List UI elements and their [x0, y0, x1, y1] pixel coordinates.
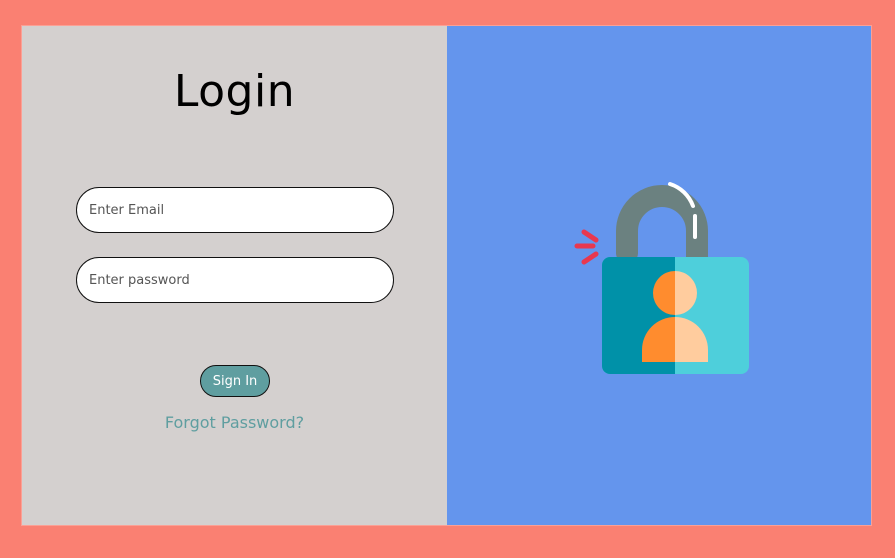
email-field[interactable] [76, 187, 394, 233]
padlock-user-icon [574, 182, 749, 374]
login-card: Login Sign In Forgot Password? [22, 26, 871, 525]
forgot-password-link[interactable]: Forgot Password? [22, 413, 447, 432]
sign-in-button[interactable]: Sign In [200, 365, 270, 397]
spark-lines [574, 229, 599, 265]
page-title: Login [173, 66, 296, 117]
illustration-panel [447, 26, 871, 525]
password-field[interactable] [76, 257, 394, 303]
login-panel: Login Sign In Forgot Password? [22, 26, 447, 525]
shackle [616, 185, 708, 272]
